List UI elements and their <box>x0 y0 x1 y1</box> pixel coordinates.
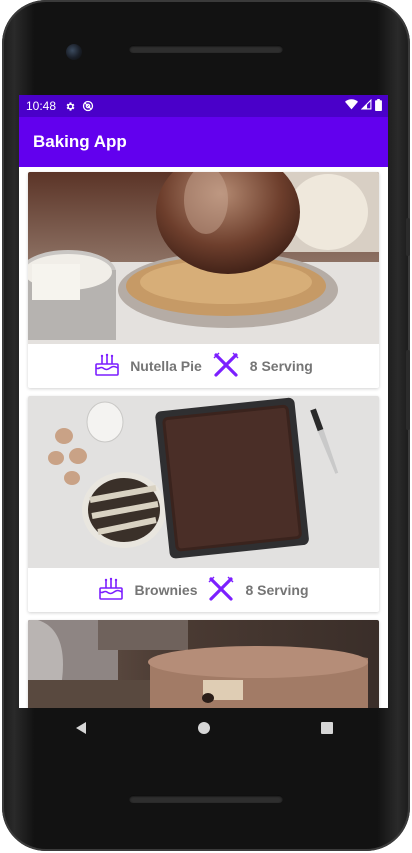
wifi-icon <box>345 99 358 113</box>
battery-icon <box>375 98 382 114</box>
volume-button <box>406 350 410 430</box>
brownies-pan-photo <box>28 396 379 568</box>
recipe-info-row: Nutella Pie 8 Serving <box>28 344 379 388</box>
power-button <box>406 218 410 256</box>
recents-button[interactable] <box>320 721 334 740</box>
frosted-cake-photo <box>28 620 379 708</box>
top-speaker <box>129 45 283 53</box>
recipe-info-row: Brownies 8 Serving <box>28 568 379 612</box>
recipe-card[interactable]: Brownies 8 Serving <box>28 396 379 612</box>
recipe-list[interactable]: Nutella Pie 8 Serving Brownies 8 Serving <box>19 167 388 708</box>
bottom-speaker <box>129 795 283 803</box>
nav-bar <box>19 708 388 752</box>
gear-icon <box>65 101 76 112</box>
app-bar: Baking App <box>19 117 388 167</box>
status-time: 10:48 <box>26 99 57 113</box>
fork-knife-icon <box>207 575 235 606</box>
status-right-icons <box>345 98 382 114</box>
signal-icon <box>360 98 372 113</box>
fork-knife-icon <box>212 351 240 382</box>
home-button[interactable] <box>197 721 211 740</box>
cake-icon <box>94 353 120 380</box>
at-sign-icon <box>82 100 94 112</box>
recipe-servings: 8 Serving <box>245 582 309 598</box>
recipe-name: Nutella Pie <box>130 358 202 374</box>
recipe-servings: 8 Serving <box>249 358 313 374</box>
back-button[interactable] <box>74 721 88 740</box>
recipe-card[interactable]: Nutella Pie 8 Serving <box>28 172 379 388</box>
screen: 10:48 Baking App Nutella Pie 8 Serving B… <box>19 95 388 708</box>
status-bar: 10:48 <box>19 95 388 117</box>
front-camera <box>66 44 82 60</box>
recipe-card[interactable] <box>28 620 379 708</box>
pie-crust-photo <box>28 172 379 344</box>
recipe-name: Brownies <box>134 582 198 598</box>
cake-icon <box>98 577 124 604</box>
app-title: Baking App <box>33 132 127 151</box>
